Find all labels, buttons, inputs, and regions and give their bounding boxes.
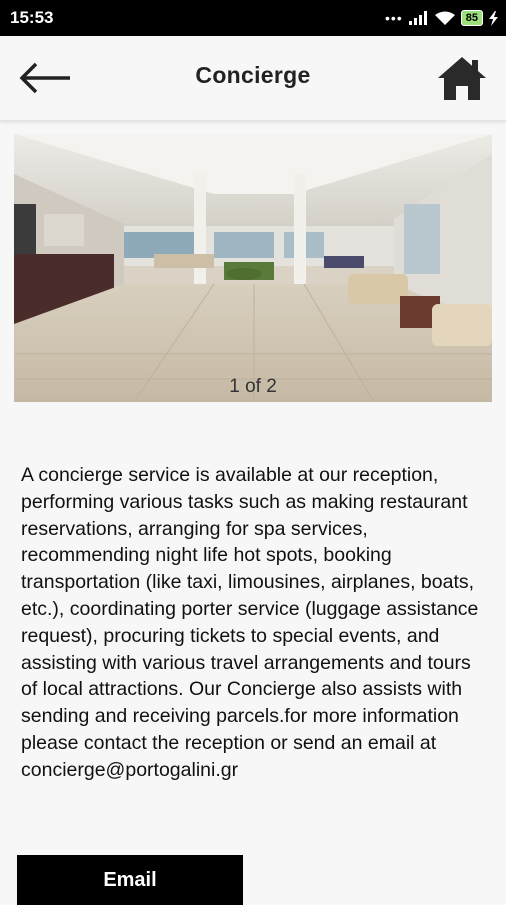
page-title: Concierge [195,62,311,88]
home-button[interactable] [436,54,488,102]
signal-icon [408,11,427,25]
status-icons: ••• 85 [385,9,498,27]
more-dots-icon: ••• [385,10,403,26]
email-button[interactable]: Email [17,855,243,905]
concierge-description: A concierge service is available at our … [21,464,479,781]
image-gallery[interactable]: 1 of 2 [14,134,492,402]
wifi-icon [434,11,455,25]
hotel-lobby-photo [14,134,492,402]
status-bar: 15:53 ••• 85 [0,0,506,36]
status-time: 15:53 [10,8,54,27]
home-icon [438,57,486,100]
battery-icon: 85 [460,10,483,26]
gallery-page-counter: 1 of 2 [229,376,277,397]
app-bar: Concierge [0,36,506,121]
charging-icon [489,10,498,26]
